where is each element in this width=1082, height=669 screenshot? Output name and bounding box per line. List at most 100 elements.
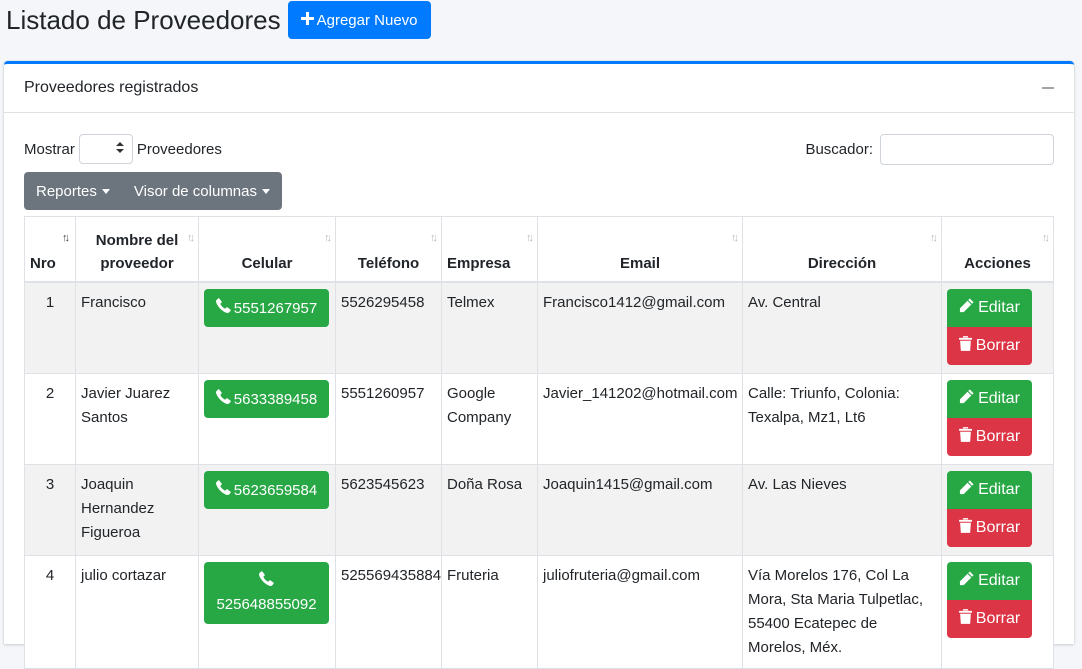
- call-number: 5551267957: [233, 299, 318, 317]
- cell-nombre: Francisco: [75, 281, 199, 374]
- table-header-row: ↑↓ Nro ↑↓ Nombre del proveedor ↑↓ Celular ↑…: [24, 216, 1054, 283]
- cell-empresa: Fruteria: [441, 555, 538, 669]
- reports-dropdown-button[interactable]: Reportes: [24, 172, 122, 210]
- show-suffix-label: Proveedores: [136, 140, 222, 158]
- cell-email: Francisco1412@gmail.com: [537, 281, 743, 374]
- add-new-button[interactable]: Agregar Nuevo: [287, 1, 431, 39]
- card-title: Proveedores registrados: [24, 79, 199, 96]
- table-row: 1 Francisco 5551267957 5526295458 Telmex…: [24, 281, 1054, 374]
- cell-email: Javier_141202@hotmail.com: [537, 373, 743, 465]
- call-button[interactable]: 525648855092: [204, 562, 329, 624]
- col-header-nro[interactable]: ↑↓ Nro: [24, 216, 76, 283]
- table-row: 3 Joaquin Hernandez Figueroa 5623659584 …: [24, 464, 1054, 556]
- edit-label: Editar: [978, 572, 1020, 589]
- col-header-celular[interactable]: ↑↓ Celular: [198, 216, 336, 283]
- delete-button[interactable]: Borrar: [947, 600, 1032, 638]
- card-header: Proveedores registrados: [4, 64, 1074, 113]
- sort-icon: ↑↓: [930, 232, 938, 244]
- cell-celular: 5551267957: [198, 281, 336, 374]
- cell-acciones: Editar Borrar: [941, 281, 1054, 374]
- cell-empresa: Doña Rosa: [441, 464, 538, 556]
- cell-email: juliofruteria@gmail.com: [537, 555, 743, 669]
- page-header: Listado de Proveedores Agregar Nuevo: [6, 0, 431, 40]
- sort-icon: ↑↓: [526, 232, 534, 244]
- col-header-acciones[interactable]: ↑↓ Acciones: [941, 216, 1054, 283]
- plus-icon: [300, 11, 314, 29]
- delete-label: Borrar: [975, 610, 1021, 627]
- phone-icon: [215, 388, 231, 411]
- delete-label: Borrar: [975, 519, 1021, 536]
- providers-table: ↑↓ Nro ↑↓ Nombre del proveedor ↑↓ Celular ↑…: [24, 216, 1054, 669]
- cell-telefono: 5551260957: [335, 373, 442, 465]
- delete-button[interactable]: Borrar: [947, 418, 1032, 456]
- pencil-icon: [959, 571, 974, 591]
- cell-telefono: 525569435884: [335, 555, 442, 669]
- delete-button[interactable]: Borrar: [947, 327, 1032, 365]
- delete-button[interactable]: Borrar: [947, 509, 1032, 547]
- call-number: 5623659584: [233, 481, 318, 499]
- pencil-icon: [959, 298, 974, 318]
- cell-celular: 5633389458: [198, 373, 336, 465]
- sort-icon: ↑↓: [731, 232, 739, 244]
- cell-celular: 525648855092: [198, 555, 336, 669]
- delete-label: Borrar: [975, 428, 1021, 445]
- table-row: 2 Javier Juarez Santos 5633389458 555126…: [24, 373, 1054, 465]
- search-label: Buscador:: [805, 141, 873, 158]
- cell-nombre: Joaquin Hernandez Figueroa: [75, 464, 199, 556]
- call-number: 5633389458: [233, 390, 318, 408]
- table-controls: Mostrar Proveedores Buscador:: [24, 134, 1054, 168]
- col-header-telefono[interactable]: ↑↓ Teléfono: [335, 216, 442, 283]
- cell-empresa: Google Company: [441, 373, 538, 465]
- pencil-icon: [959, 480, 974, 500]
- col-header-email[interactable]: ↑↓ Email: [537, 216, 743, 283]
- cell-direccion: Av. Central: [742, 281, 942, 374]
- trash-icon: [958, 427, 972, 447]
- table-row: 4 julio cortazar 525648855092 5255694358…: [24, 555, 1054, 669]
- edit-button[interactable]: Editar: [947, 289, 1032, 327]
- columns-label: Visor de columnas: [133, 182, 257, 200]
- edit-label: Editar: [978, 299, 1020, 316]
- cell-email: Joaquin1415@gmail.com: [537, 464, 743, 556]
- sort-icon: ↑↓: [187, 232, 195, 244]
- phone-icon: [259, 570, 274, 593]
- export-button-group: Reportes Visor de columnas: [24, 172, 282, 210]
- cell-nro: 4: [24, 555, 76, 669]
- sort-updown-icon: [115, 142, 124, 156]
- caret-down-icon: [262, 188, 270, 194]
- cell-telefono: 5623545623: [335, 464, 442, 556]
- edit-button[interactable]: Editar: [947, 562, 1032, 600]
- call-number: 525648855092: [216, 596, 317, 613]
- reports-label: Reportes: [36, 182, 97, 200]
- cell-nombre: Javier Juarez Santos: [75, 373, 199, 465]
- cell-nombre: julio cortazar: [75, 555, 199, 669]
- edit-label: Editar: [978, 481, 1020, 498]
- edit-label: Editar: [978, 390, 1020, 407]
- cell-nro: 1: [24, 281, 76, 374]
- search-input[interactable]: [880, 134, 1054, 165]
- call-button[interactable]: 5623659584: [204, 471, 329, 509]
- search-control: Buscador:: [805, 134, 1054, 165]
- col-header-direccion[interactable]: ↑↓ Dirección: [742, 216, 942, 283]
- add-new-label: Agregar Nuevo: [316, 11, 418, 29]
- page-length-select[interactable]: [78, 134, 133, 164]
- cell-acciones: Editar Borrar: [941, 373, 1054, 465]
- cell-nro: 2: [24, 373, 76, 465]
- sort-icon: ↑↓: [1042, 232, 1050, 244]
- sort-icon: ↑↓: [430, 232, 438, 244]
- call-button[interactable]: 5551267957: [204, 289, 329, 327]
- trash-icon: [958, 518, 972, 538]
- cell-direccion: Av. Las Nieves: [742, 464, 942, 556]
- providers-card: Proveedores registrados Mostrar Proveedo…: [4, 61, 1074, 669]
- phone-icon: [215, 297, 231, 320]
- edit-button[interactable]: Editar: [947, 471, 1032, 509]
- col-header-nombre[interactable]: ↑↓ Nombre del proveedor: [75, 216, 199, 283]
- cell-direccion: Calle: Triunfo, Colonia: Texalpa, Mz1, L…: [742, 373, 942, 465]
- col-header-empresa[interactable]: ↑↓ Empresa: [441, 216, 538, 283]
- cell-telefono: 5526295458: [335, 281, 442, 374]
- edit-button[interactable]: Editar: [947, 380, 1032, 418]
- minus-icon[interactable]: [1042, 87, 1054, 89]
- column-visibility-button[interactable]: Visor de columnas: [121, 172, 282, 210]
- sort-asc-icon: ↑↓: [62, 232, 70, 244]
- call-button[interactable]: 5633389458: [204, 380, 329, 418]
- trash-icon: [958, 609, 972, 629]
